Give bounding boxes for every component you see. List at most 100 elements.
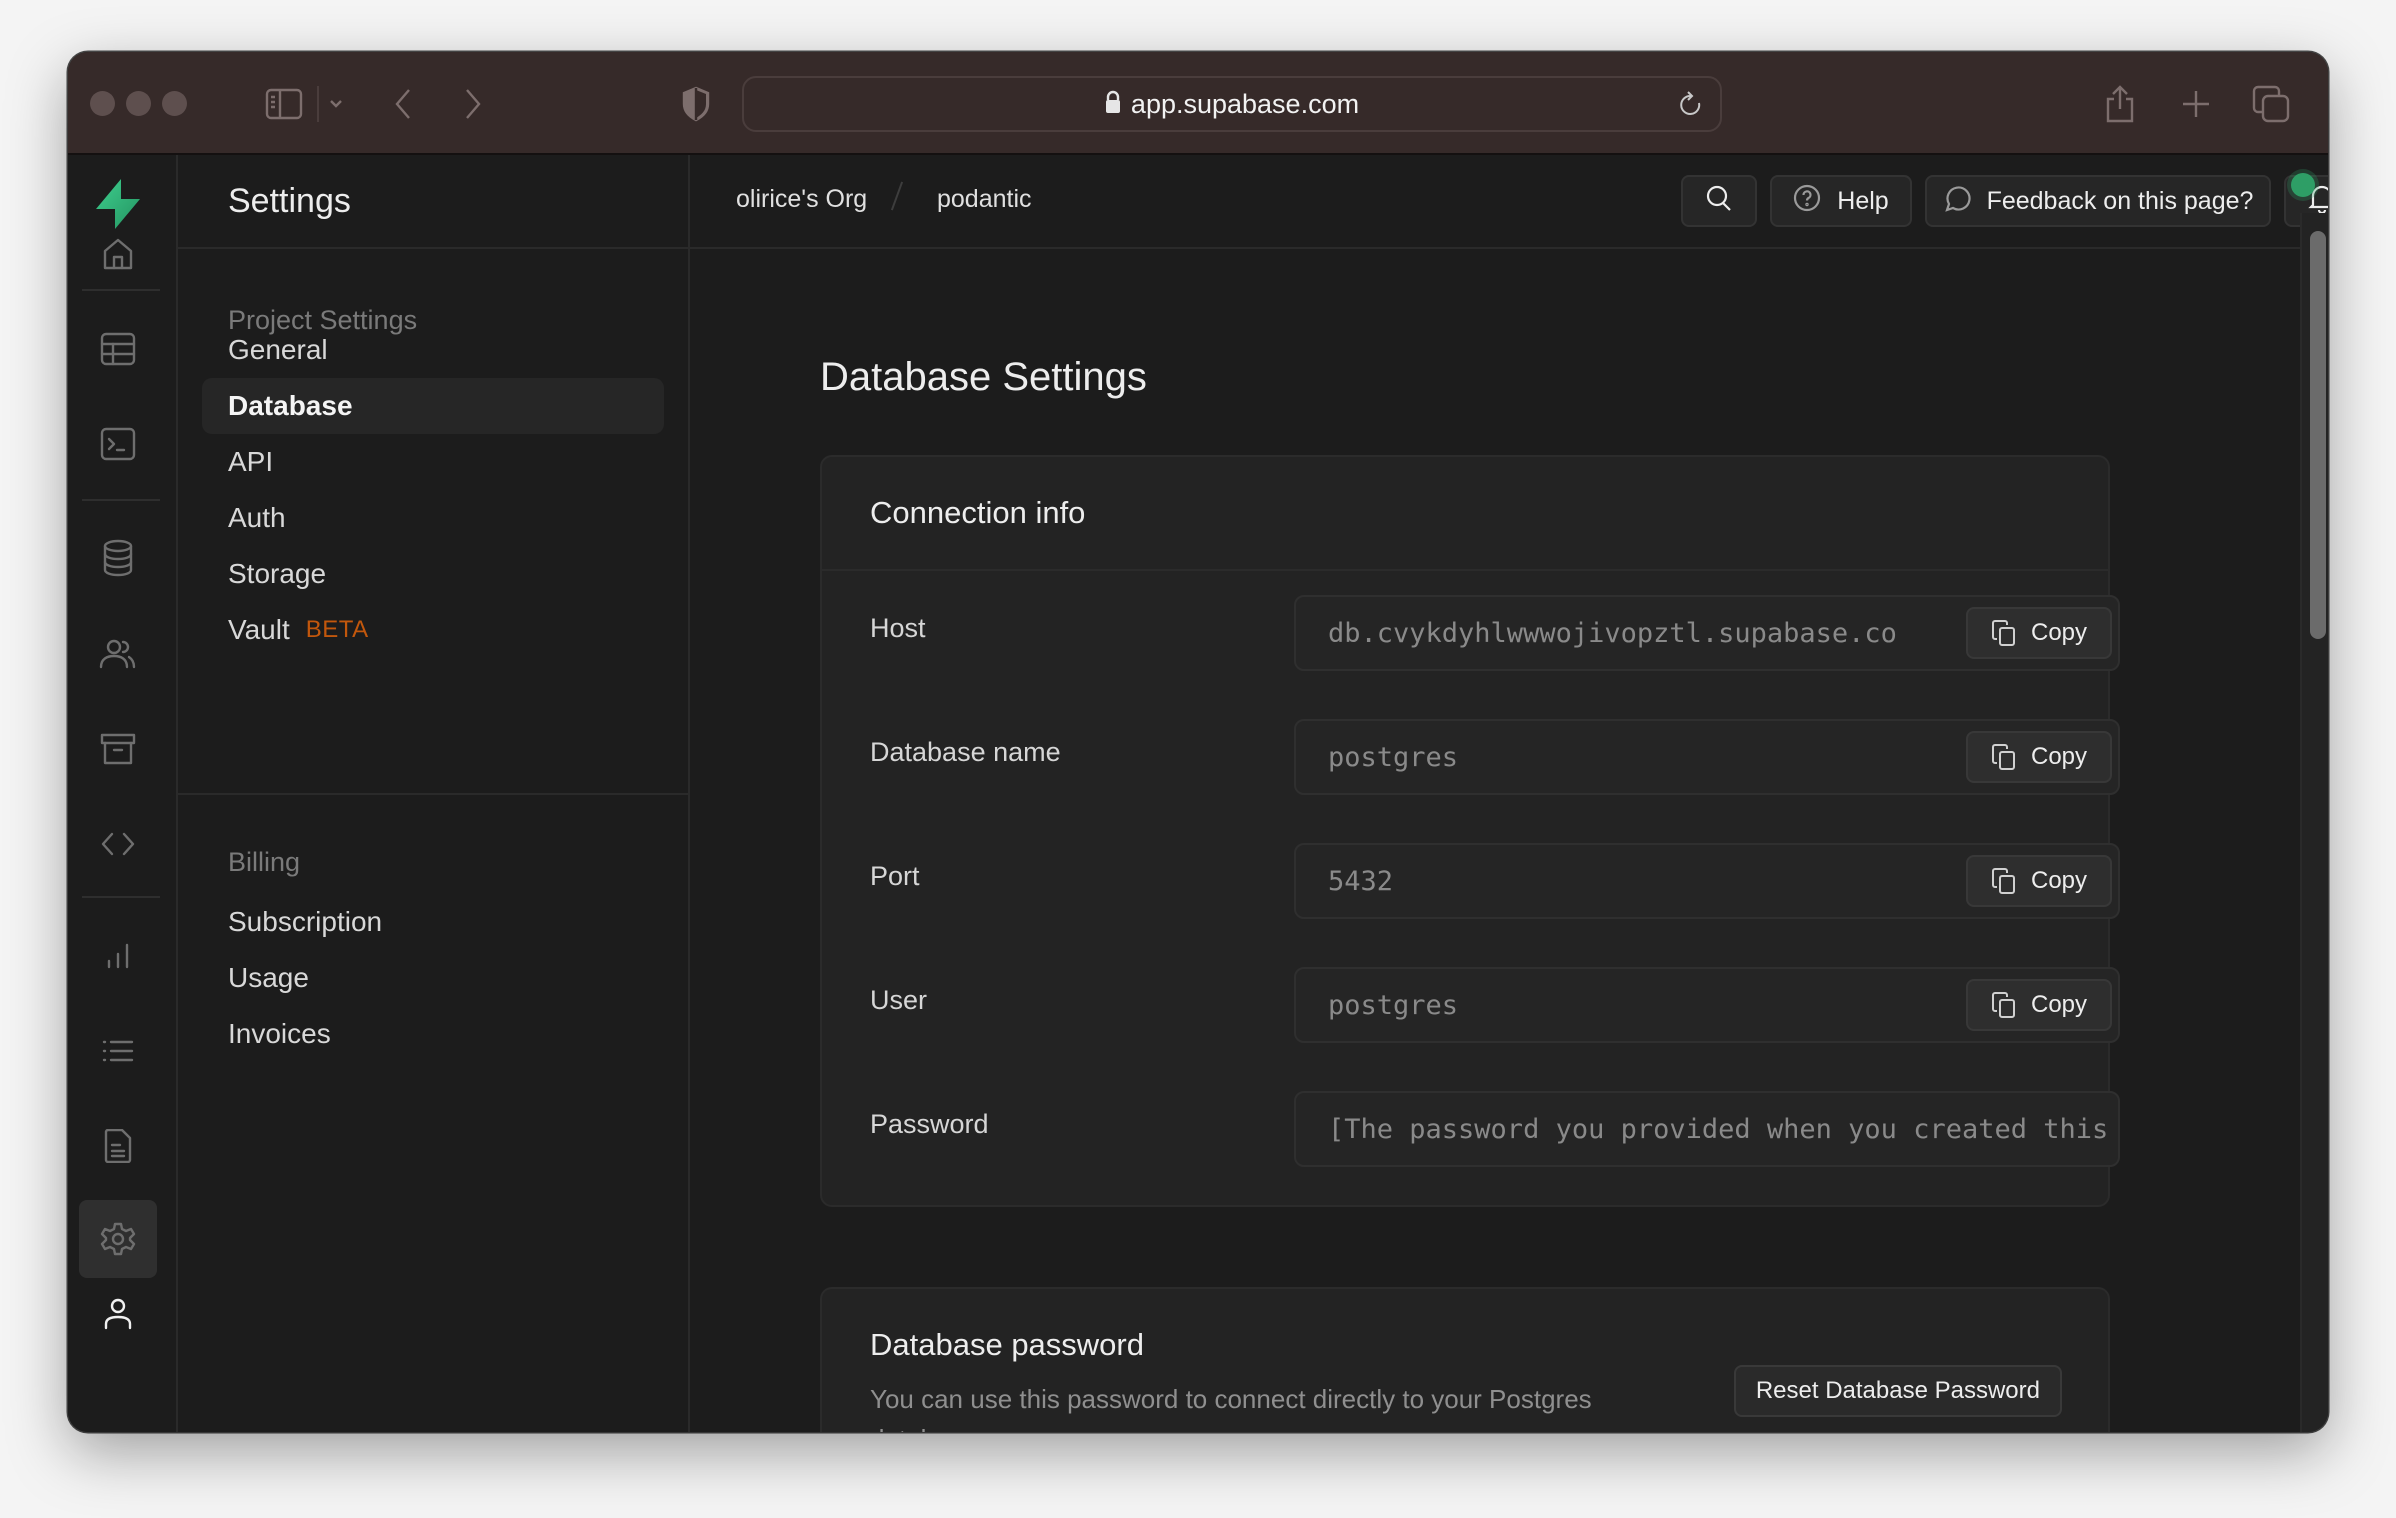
- sidebar-item-general[interactable]: General: [202, 322, 664, 378]
- copy-icon: [1991, 620, 2015, 646]
- sidebar-item-label: Database: [228, 390, 353, 421]
- toolbar-divider: [317, 86, 319, 122]
- sidebar-item-usage[interactable]: Usage: [202, 950, 664, 1006]
- sidebar-item-vault[interactable]: Vault BETA: [202, 602, 664, 658]
- sidebar-item-label: Subscription: [228, 906, 383, 937]
- sidebar-item-subscription[interactable]: Subscription: [202, 894, 664, 950]
- copy-icon: [1991, 868, 2015, 894]
- port-field[interactable]: 5432 Copy: [1294, 843, 2120, 919]
- sidebar-header: Settings: [178, 155, 688, 249]
- copy-icon: [1991, 744, 2015, 770]
- scrollbar-thumb[interactable]: [2310, 231, 2326, 639]
- copy-label: Copy: [2030, 991, 2088, 1018]
- user-field[interactable]: postgres Copy: [1294, 967, 2120, 1043]
- zoom-window-button[interactable]: [162, 91, 187, 116]
- profile-icon[interactable]: [79, 1275, 157, 1353]
- edge-functions-icon[interactable]: [79, 805, 157, 883]
- sidebar-item-invoices[interactable]: Invoices: [202, 1006, 664, 1062]
- copy-icon: [1991, 992, 2015, 1018]
- breadcrumb-org[interactable]: olirice's Org: [736, 185, 867, 214]
- api-docs-icon[interactable]: [79, 1107, 157, 1185]
- shield-icon[interactable]: [676, 82, 716, 126]
- sidebar-item-label: API: [228, 446, 274, 477]
- search-button[interactable]: [1681, 175, 1757, 227]
- database-name-field[interactable]: postgres Copy: [1294, 719, 2120, 795]
- field-value: [The password you provided when you crea…: [1328, 1113, 2118, 1145]
- help-icon: [1793, 184, 1821, 219]
- chat-bubble-icon: [1943, 184, 1971, 219]
- notification-status-dot: [2291, 173, 2315, 197]
- tabs-overview-icon[interactable]: [2250, 82, 2292, 126]
- card-title: Database password: [870, 1327, 1144, 1362]
- lock-icon: [1105, 90, 1121, 119]
- field-label: Port: [870, 861, 920, 891]
- sidebar-divider: [178, 793, 690, 795]
- copy-label: Copy: [2030, 743, 2088, 770]
- help-label: Help: [1837, 186, 1889, 215]
- sidebar-item-label: Vault: [228, 614, 290, 645]
- help-button[interactable]: Help: [1770, 175, 1912, 227]
- sidebar-title: Settings: [228, 181, 351, 220]
- password-row: Password [The password you provided when…: [822, 1091, 2120, 1233]
- sql-editor-icon[interactable]: [79, 405, 157, 483]
- database-password-card: Database password You can use this passw…: [820, 1287, 2110, 1432]
- sidebar-item-label: Auth: [228, 502, 286, 533]
- storage-icon[interactable]: [79, 710, 157, 788]
- rail-divider: [82, 896, 160, 898]
- logs-icon[interactable]: [79, 1012, 157, 1090]
- copy-user-button[interactable]: Copy: [1966, 979, 2112, 1031]
- database-icon[interactable]: [79, 519, 157, 597]
- minimize-window-button[interactable]: [126, 91, 151, 116]
- password-field[interactable]: [The password you provided when you crea…: [1294, 1091, 2120, 1167]
- table-editor-icon[interactable]: [79, 310, 157, 388]
- reset-database-password-button[interactable]: Reset Database Password: [1733, 1365, 2062, 1417]
- host-field[interactable]: db.cvykdyhlwwwojivopztl.supabase.co Copy: [1294, 595, 2120, 671]
- sidebar-item-label: Invoices: [228, 1018, 331, 1049]
- browser-window: app.supabase.com Settings Project Settin…: [68, 52, 2328, 1432]
- address-bar[interactable]: app.supabase.com: [742, 76, 1722, 132]
- card-description: You can use this password to connect dir…: [870, 1384, 1592, 1432]
- password-card-body: Database password You can use this passw…: [870, 1327, 1690, 1432]
- field-value: postgres: [1328, 741, 1459, 773]
- settings-sidebar: Settings Project Settings General Databa…: [178, 155, 690, 1432]
- scrollbar[interactable]: [2300, 213, 2328, 1432]
- chevron-down-icon[interactable]: [324, 82, 348, 126]
- field-value: postgres: [1328, 989, 1459, 1021]
- field-label: Host: [870, 613, 926, 643]
- back-icon[interactable]: [388, 82, 418, 126]
- sidebar-item-storage[interactable]: Storage: [202, 546, 664, 602]
- feedback-label: Feedback on this page?: [1986, 186, 2254, 215]
- sidebar-item-label: General: [228, 334, 328, 365]
- copy-label: Copy: [2030, 867, 2088, 894]
- close-window-button[interactable]: [90, 91, 115, 116]
- home-icon[interactable]: [79, 215, 157, 293]
- rail-divider: [82, 289, 160, 291]
- rail-divider: [82, 499, 160, 501]
- top-bar: olirice's Org podantic Help Feedback on …: [690, 155, 2328, 249]
- icon-rail: [68, 155, 178, 1432]
- authentication-icon[interactable]: [79, 615, 157, 693]
- field-value: db.cvykdyhlwwwojivopztl.supabase.co: [1328, 617, 1897, 649]
- sidebar-item-api[interactable]: API: [202, 434, 664, 490]
- feedback-button[interactable]: Feedback on this page?: [1925, 175, 2271, 227]
- search-icon: [1705, 184, 1733, 219]
- share-icon[interactable]: [2100, 82, 2140, 126]
- sidebar-toggle-icon[interactable]: [262, 82, 306, 126]
- forward-icon[interactable]: [458, 82, 488, 126]
- sidebar-item-database[interactable]: Database: [202, 378, 664, 434]
- page-title: Database Settings: [820, 355, 1147, 399]
- reload-icon[interactable]: [1678, 90, 1704, 125]
- beta-badge: BETA: [305, 616, 369, 643]
- breadcrumb-project[interactable]: podantic: [937, 185, 1032, 214]
- copy-host-button[interactable]: Copy: [1966, 607, 2112, 659]
- connection-info-card: Connection info Host db.cvykdyhlwwwojivo…: [820, 455, 2120, 1207]
- copy-database-name-button[interactable]: Copy: [1966, 731, 2112, 783]
- field-value: 5432: [1328, 865, 1394, 897]
- copy-port-button[interactable]: Copy: [1966, 855, 2112, 907]
- sidebar-item-auth[interactable]: Auth: [202, 490, 664, 546]
- url-text: app.supabase.com: [1130, 88, 1360, 119]
- new-tab-icon[interactable]: [2176, 82, 2216, 126]
- reports-icon[interactable]: [79, 917, 157, 995]
- settings-icon[interactable]: [79, 1200, 157, 1278]
- nav-group-title-billing: Billing: [228, 847, 301, 877]
